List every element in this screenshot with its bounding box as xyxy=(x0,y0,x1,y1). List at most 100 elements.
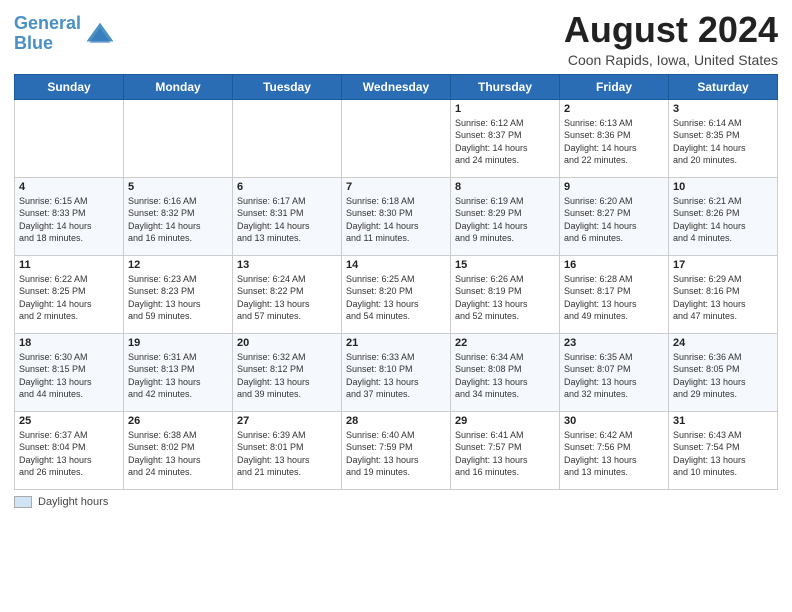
page-container: General Blue August 2024 Coon Rapids, Io… xyxy=(0,0,792,518)
calendar-cell: 17 Sunrise: 6:29 AMSunset: 8:16 PMDayligh… xyxy=(669,255,778,333)
logo-general: General xyxy=(14,13,81,33)
logo-icon xyxy=(85,19,115,49)
legend-box xyxy=(14,496,32,508)
calendar-cell: 31Sunrise: 6:43 AMSunset: 7:54 PMDayligh… xyxy=(669,411,778,489)
calendar-week-row: 11Sunrise: 6:22 AMSunset: 8:25 PMDayligh… xyxy=(15,255,778,333)
day-info: Sunrise: 6:29 AMSunset: 8:16 PMDaylight:… xyxy=(673,273,773,323)
day-info: Sunrise: 6:30 AMSunset: 8:15 PMDaylight:… xyxy=(19,351,119,401)
calendar-cell: 13 Sunrise: 6:24 AMSunset: 8:22 PMDayligh… xyxy=(233,255,342,333)
calendar-cell: 10Sunrise: 6:21 AMSunset: 8:26 PMDayligh… xyxy=(669,177,778,255)
calendar-cell: 29Sunrise: 6:41 AMSunset: 7:57 PMDayligh… xyxy=(451,411,560,489)
calendar-cell: 30 Sunrise: 6:42 AMSunset: 7:56 PMDayligh… xyxy=(560,411,669,489)
day-number: 24 xyxy=(673,337,773,349)
calendar-cell xyxy=(342,99,451,177)
calendar-cell: 16Sunrise: 6:28 AMSunset: 8:17 PMDayligh… xyxy=(560,255,669,333)
title-block: August 2024 Coon Rapids, Iowa, United St… xyxy=(564,10,778,68)
calendar-cell xyxy=(233,99,342,177)
calendar-week-row: 25 Sunrise: 6:37 AMSunset: 8:04 PMDayligh… xyxy=(15,411,778,489)
calendar-cell: 4 Sunrise: 6:15 AMSunset: 8:33 PMDaylight… xyxy=(15,177,124,255)
day-info: Sunrise: 6:41 AMSunset: 7:57 PMDaylight:… xyxy=(455,429,555,479)
calendar-cell: 24 Sunrise: 6:36 AMSunset: 8:05 PMDayligh… xyxy=(669,333,778,411)
day-info: Sunrise: 6:19 AMSunset: 8:29 PMDaylight:… xyxy=(455,195,555,245)
day-info: Sunrise: 6:26 AMSunset: 8:19 PMDaylight:… xyxy=(455,273,555,323)
day-info: Sunrise: 6:38 AMSunset: 8:02 PMDaylight:… xyxy=(128,429,228,479)
calendar-day-header: Sunday xyxy=(15,74,124,99)
legend-label: Daylight hours xyxy=(38,496,108,508)
day-info: Sunrise: 6:23 AMSunset: 8:23 PMDaylight:… xyxy=(128,273,228,323)
day-info: Sunrise: 6:39 AMSunset: 8:01 PMDaylight:… xyxy=(237,429,337,479)
day-info: Sunrise: 6:22 AMSunset: 8:25 PMDaylight:… xyxy=(19,273,119,323)
calendar-cell: 26 Sunrise: 6:38 AMSunset: 8:02 PMDayligh… xyxy=(124,411,233,489)
calendar-cell: 23 Sunrise: 6:35 AMSunset: 8:07 PMDayligh… xyxy=(560,333,669,411)
day-info: Sunrise: 6:15 AMSunset: 8:33 PMDaylight:… xyxy=(19,195,119,245)
calendar-cell: 28Sunrise: 6:40 AMSunset: 7:59 PMDayligh… xyxy=(342,411,451,489)
day-number: 1 xyxy=(455,103,555,115)
day-number: 2 xyxy=(564,103,664,115)
legend: Daylight hours xyxy=(14,496,778,508)
calendar-cell: 19 Sunrise: 6:31 AMSunset: 8:13 PMDayligh… xyxy=(124,333,233,411)
day-number: 30 xyxy=(564,415,664,427)
calendar-cell: 20 Sunrise: 6:32 AMSunset: 8:12 PMDayligh… xyxy=(233,333,342,411)
day-info: Sunrise: 6:36 AMSunset: 8:05 PMDaylight:… xyxy=(673,351,773,401)
calendar-cell: 21Sunrise: 6:33 AMSunset: 8:10 PMDayligh… xyxy=(342,333,451,411)
calendar-day-header: Saturday xyxy=(669,74,778,99)
day-info: Sunrise: 6:34 AMSunset: 8:08 PMDaylight:… xyxy=(455,351,555,401)
day-info: Sunrise: 6:12 AMSunset: 8:37 PMDaylight:… xyxy=(455,117,555,167)
month-year: August 2024 xyxy=(564,10,778,50)
day-info: Sunrise: 6:18 AMSunset: 8:30 PMDaylight:… xyxy=(346,195,446,245)
day-number: 17 xyxy=(673,259,773,271)
day-number: 12 xyxy=(128,259,228,271)
day-info: Sunrise: 6:13 AMSunset: 8:36 PMDaylight:… xyxy=(564,117,664,167)
calendar-cell: 15 Sunrise: 6:26 AMSunset: 8:19 PMDayligh… xyxy=(451,255,560,333)
calendar-cell: 11Sunrise: 6:22 AMSunset: 8:25 PMDayligh… xyxy=(15,255,124,333)
day-number: 3 xyxy=(673,103,773,115)
day-info: Sunrise: 6:42 AMSunset: 7:56 PMDaylight:… xyxy=(564,429,664,479)
day-number: 4 xyxy=(19,181,119,193)
day-number: 6 xyxy=(237,181,337,193)
calendar-cell: 25 Sunrise: 6:37 AMSunset: 8:04 PMDayligh… xyxy=(15,411,124,489)
calendar-day-header: Wednesday xyxy=(342,74,451,99)
day-number: 8 xyxy=(455,181,555,193)
day-number: 25 xyxy=(19,415,119,427)
calendar-cell: 7 Sunrise: 6:18 AMSunset: 8:30 PMDaylight… xyxy=(342,177,451,255)
day-info: Sunrise: 6:20 AMSunset: 8:27 PMDaylight:… xyxy=(564,195,664,245)
calendar-cell: 9 Sunrise: 6:20 AMSunset: 8:27 PMDaylight… xyxy=(560,177,669,255)
day-number: 31 xyxy=(673,415,773,427)
calendar-week-row: 4 Sunrise: 6:15 AMSunset: 8:33 PMDaylight… xyxy=(15,177,778,255)
day-number: 9 xyxy=(564,181,664,193)
day-info: Sunrise: 6:21 AMSunset: 8:26 PMDaylight:… xyxy=(673,195,773,245)
calendar-cell: 12 Sunrise: 6:23 AMSunset: 8:23 PMDayligh… xyxy=(124,255,233,333)
day-number: 26 xyxy=(128,415,228,427)
calendar-cell xyxy=(124,99,233,177)
calendar-week-row: 1 Sunrise: 6:12 AMSunset: 8:37 PMDaylight… xyxy=(15,99,778,177)
day-number: 18 xyxy=(19,337,119,349)
calendar-cell: 18 Sunrise: 6:30 AMSunset: 8:15 PMDayligh… xyxy=(15,333,124,411)
day-number: 7 xyxy=(346,181,446,193)
day-info: Sunrise: 6:37 AMSunset: 8:04 PMDaylight:… xyxy=(19,429,119,479)
day-number: 20 xyxy=(237,337,337,349)
calendar-cell: 1 Sunrise: 6:12 AMSunset: 8:37 PMDaylight… xyxy=(451,99,560,177)
logo-text: General Blue xyxy=(14,14,81,54)
calendar-day-header: Monday xyxy=(124,74,233,99)
day-number: 21 xyxy=(346,337,446,349)
logo: General Blue xyxy=(14,14,115,54)
day-number: 23 xyxy=(564,337,664,349)
day-number: 22 xyxy=(455,337,555,349)
day-number: 14 xyxy=(346,259,446,271)
day-number: 19 xyxy=(128,337,228,349)
day-info: Sunrise: 6:17 AMSunset: 8:31 PMDaylight:… xyxy=(237,195,337,245)
day-info: Sunrise: 6:24 AMSunset: 8:22 PMDaylight:… xyxy=(237,273,337,323)
calendar-cell: 22 Sunrise: 6:34 AMSunset: 8:08 PMDayligh… xyxy=(451,333,560,411)
day-number: 15 xyxy=(455,259,555,271)
day-info: Sunrise: 6:32 AMSunset: 8:12 PMDaylight:… xyxy=(237,351,337,401)
calendar-table: SundayMondayTuesdayWednesdayThursdayFrid… xyxy=(14,74,778,490)
day-info: Sunrise: 6:40 AMSunset: 7:59 PMDaylight:… xyxy=(346,429,446,479)
calendar-cell: 27Sunrise: 6:39 AMSunset: 8:01 PMDayligh… xyxy=(233,411,342,489)
calendar-header-row: SundayMondayTuesdayWednesdayThursdayFrid… xyxy=(15,74,778,99)
calendar-cell: 8 Sunrise: 6:19 AMSunset: 8:29 PMDaylight… xyxy=(451,177,560,255)
header: General Blue August 2024 Coon Rapids, Io… xyxy=(14,10,778,68)
day-number: 13 xyxy=(237,259,337,271)
day-info: Sunrise: 6:35 AMSunset: 8:07 PMDaylight:… xyxy=(564,351,664,401)
day-info: Sunrise: 6:31 AMSunset: 8:13 PMDaylight:… xyxy=(128,351,228,401)
day-info: Sunrise: 6:28 AMSunset: 8:17 PMDaylight:… xyxy=(564,273,664,323)
